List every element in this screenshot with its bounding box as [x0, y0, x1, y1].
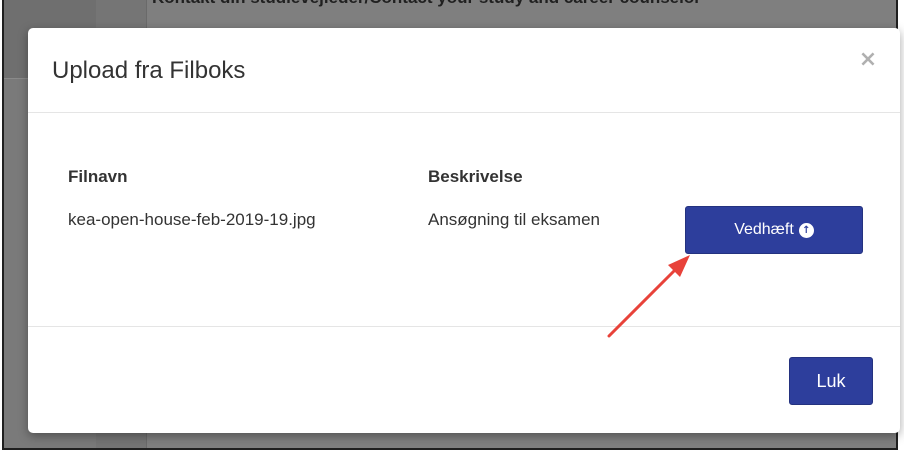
modal-header: Upload fra Filboks ×: [28, 28, 900, 113]
attach-button[interactable]: Vedhæft ↑: [685, 206, 863, 254]
upload-circle-icon: ↑: [798, 222, 814, 238]
modal-title: Upload fra Filboks: [52, 57, 246, 84]
file-name-cell: kea-open-house-feb-2019-19.jpg: [68, 210, 316, 229]
column-header-description: Beskrivelse: [428, 167, 523, 186]
column-header-filename: Filnavn: [68, 167, 128, 186]
upload-modal: Upload fra Filboks × Filnavn Beskrivelse…: [28, 28, 900, 433]
close-icon[interactable]: ×: [856, 48, 880, 72]
file-description-cell: Ansøgning til eksamen: [428, 210, 600, 229]
attach-button-label: Vedhæft: [734, 221, 794, 238]
close-button[interactable]: Luk: [789, 357, 873, 405]
background-heading: Kontakt din studievejleder/Contact your …: [152, 0, 701, 8]
modal-footer: Luk: [28, 327, 900, 434]
modal-body: Filnavn Beskrivelse kea-open-house-feb-2…: [28, 113, 900, 338]
